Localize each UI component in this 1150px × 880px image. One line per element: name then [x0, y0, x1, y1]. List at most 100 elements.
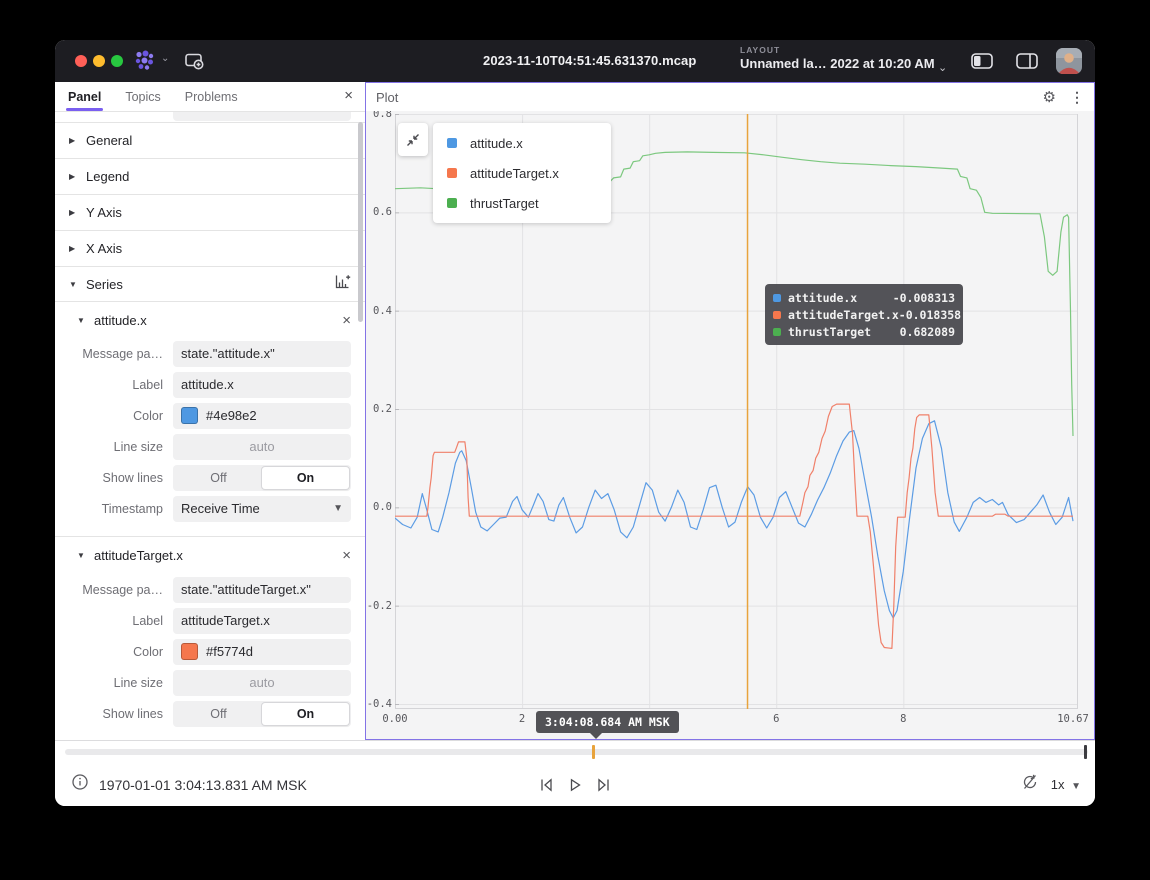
color-label: Color	[55, 409, 173, 423]
tooltip-swatch	[773, 311, 781, 319]
chevron-down-icon: ▼	[77, 316, 89, 325]
x-axis-tick-label: 6	[754, 713, 798, 725]
sidebar-scrollbar[interactable]	[358, 122, 363, 322]
seek-backward-button[interactable]	[538, 777, 555, 793]
plot-panel[interactable]: Plot ⚙ ⋮ 0.80.60.40.20.0-0.2-0.4 0.00246…	[365, 82, 1095, 740]
playback-speed-selector[interactable]: 1x ▼	[1051, 777, 1081, 792]
message-path-input[interactable]: state."attitudeTarget.x"	[173, 577, 351, 603]
layout-label: LAYOUT	[740, 45, 935, 55]
show-lines-label: Show lines	[55, 707, 173, 721]
right-sidebar-toggle-icon[interactable]	[1015, 52, 1039, 75]
label-input[interactable]: attitudeTarget.x	[173, 608, 351, 634]
main-content: Panel Topics Problems × Title Plot ▶ Gen…	[55, 82, 1095, 740]
plot-panel-header: Plot ⚙ ⋮	[366, 83, 1094, 111]
message-path-label: Message pa…	[55, 583, 173, 597]
color-swatch[interactable]	[181, 407, 198, 424]
zoom-window-button[interactable]	[111, 55, 123, 67]
foxglove-logo-icon[interactable]	[133, 49, 157, 78]
loop-disabled-icon[interactable]	[1021, 773, 1039, 796]
timestamp-label: Timestamp	[55, 502, 173, 516]
section-legend[interactable]: ▶ Legend	[55, 158, 365, 194]
timestamp-value: Receive Time	[181, 501, 260, 516]
tab-panel[interactable]: Panel	[68, 82, 101, 111]
sidebar-close-icon[interactable]: ×	[344, 87, 353, 104]
app-menu-caret-icon[interactable]: ⌄	[161, 53, 169, 64]
show-lines-toggle: Off On	[173, 701, 351, 727]
playback-controls-row: 1970-01-01 3:04:13.831 AM MSK	[55, 763, 1095, 806]
series-editor-header-attitude-x[interactable]: ▼ attitude.x ×	[55, 306, 365, 334]
message-path-input[interactable]: state."attitude.x"	[173, 341, 351, 367]
scrubber-playhead-marker[interactable]	[1084, 745, 1087, 759]
label-input[interactable]: attitude.x	[173, 372, 351, 398]
x-axis-tick-label: 10.67	[1051, 713, 1094, 725]
y-axis-tick-label: -0.4	[366, 698, 392, 710]
legend-item-thrust-target[interactable]: thrustTarget	[433, 188, 611, 218]
transport-controls	[538, 777, 612, 793]
color-input[interactable]: #f5774d	[173, 639, 351, 665]
section-general[interactable]: ▶ General	[55, 122, 365, 158]
chevron-down-icon: ▼	[1071, 781, 1081, 792]
show-lines-off-button[interactable]: Off	[175, 703, 262, 725]
line-size-input[interactable]: auto	[173, 670, 351, 696]
series-fields-attitude-target-x: Message pa… state."attitudeTarget.x" Lab…	[55, 570, 365, 735]
color-hex-text: #4e98e2	[206, 408, 257, 423]
section-y-axis[interactable]: ▶ Y Axis	[55, 194, 365, 230]
label-label: Label	[55, 378, 173, 392]
line-size-input[interactable]: auto	[173, 434, 351, 460]
y-axis-tick-label: -0.2	[366, 600, 392, 612]
info-icon[interactable]	[71, 773, 89, 796]
chart-area[interactable]: 0.80.60.40.20.0-0.2-0.4 0.00246810.67 at…	[366, 111, 1094, 739]
color-swatch[interactable]	[181, 643, 198, 660]
remove-series-icon[interactable]: ×	[342, 548, 351, 563]
chevron-right-icon: ▶	[69, 136, 81, 145]
close-window-button[interactable]	[75, 55, 87, 67]
chevron-down-icon: ▼	[77, 551, 89, 560]
chevron-down-icon: ▼	[69, 280, 81, 289]
sidebar-tab-bar: Panel Topics Problems ×	[55, 82, 365, 112]
left-sidebar-toggle-icon[interactable]	[970, 52, 994, 75]
timeline-scrubber[interactable]	[65, 749, 1088, 755]
settings-gear-icon[interactable]: ⚙	[1043, 88, 1056, 106]
x-axis-tick-label: 8	[881, 713, 925, 725]
title-field-label: Title	[55, 112, 173, 115]
play-button[interactable]	[567, 777, 583, 793]
timestamp-select[interactable]: Receive Time ▼	[173, 496, 351, 522]
show-lines-label: Show lines	[55, 471, 173, 485]
layout-selector[interactable]: LAYOUT Unnamed la… 2022 at 10:20 AM ⌄	[740, 45, 935, 71]
legend-item-attitude-target-x[interactable]: attitudeTarget.x	[433, 158, 611, 188]
section-series[interactable]: ▼ Series	[55, 266, 365, 302]
show-lines-off-button[interactable]: Off	[175, 467, 262, 489]
color-input[interactable]: #4e98e2	[173, 403, 351, 429]
seek-forward-button[interactable]	[595, 777, 612, 793]
plot-panel-title: Plot	[376, 90, 398, 105]
tab-problems[interactable]: Problems	[185, 82, 238, 111]
add-panel-icon[interactable]	[183, 50, 205, 77]
more-options-icon[interactable]: ⋮	[1070, 89, 1084, 106]
collapse-legend-button[interactable]	[398, 123, 428, 156]
series-editor-header-attitude-target-x[interactable]: ▼ attitudeTarget.x ×	[55, 536, 365, 570]
layout-caret-icon: ⌄	[938, 61, 947, 74]
scrubber-hover-marker	[592, 745, 595, 759]
user-avatar[interactable]	[1056, 48, 1082, 74]
show-lines-on-button[interactable]: On	[262, 467, 349, 489]
show-lines-on-button[interactable]: On	[262, 703, 349, 725]
label-label: Label	[55, 614, 173, 628]
minimize-window-button[interactable]	[93, 55, 105, 67]
legend-item-attitude-x[interactable]: attitude.x	[433, 128, 611, 158]
remove-series-icon[interactable]: ×	[342, 313, 351, 328]
section-x-axis[interactable]: ▶ X Axis	[55, 230, 365, 266]
chart-legend: attitude.x attitudeTarget.x thrustTarget	[433, 123, 611, 223]
y-axis-tick-label: 0.8	[366, 111, 392, 120]
add-series-icon[interactable]	[334, 273, 351, 295]
show-lines-toggle: Off On	[173, 465, 351, 491]
current-timestamp: 1970-01-01 3:04:13.831 AM MSK	[99, 777, 307, 793]
panel-title-input[interactable]: Plot	[173, 112, 351, 121]
tab-topics[interactable]: Topics	[125, 82, 160, 111]
settings-sidebar: Panel Topics Problems × Title Plot ▶ Gen…	[55, 82, 365, 740]
sidebar-scroll-area[interactable]: Title Plot ▶ General ▶ Legend ▶ Y Axis	[55, 112, 365, 740]
color-hex-text: #f5774d	[206, 644, 253, 659]
chevron-right-icon: ▶	[69, 172, 81, 181]
playback-right-controls: 1x ▼	[1021, 773, 1081, 796]
chevron-right-icon: ▶	[69, 208, 81, 217]
y-axis-tick-label: 0.6	[366, 206, 392, 218]
